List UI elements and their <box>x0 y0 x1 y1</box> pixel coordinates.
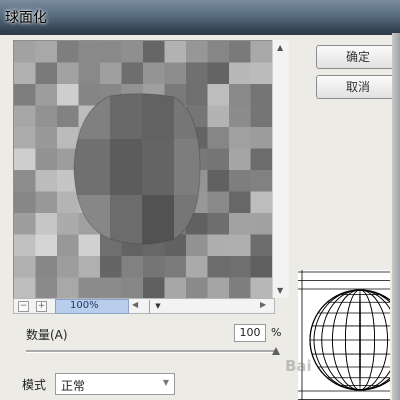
watermark-logo: Bai <box>285 357 312 375</box>
dialog-title: 球面化 <box>5 10 47 26</box>
zoom-in-button[interactable]: + <box>36 301 47 312</box>
amount-unit: % <box>271 326 282 339</box>
titlebar-divider <box>0 33 400 35</box>
chevron-down-icon[interactable]: ▼ <box>149 300 166 313</box>
chevron-down-icon: ▼ <box>162 378 169 387</box>
zoom-level-field[interactable]: 100% ▼ <box>55 299 161 314</box>
ok-button[interactable]: 确定 <box>316 45 400 69</box>
amount-slider-track[interactable] <box>26 350 276 353</box>
triangle-down-icon[interactable]: ▼ <box>277 286 283 295</box>
window-edge <box>392 33 400 400</box>
triangle-right-icon[interactable]: ▶ <box>260 300 266 309</box>
amount-label: 数量(A) <box>26 328 68 342</box>
cancel-button[interactable]: 取消 <box>316 75 400 99</box>
mode-label: 模式 <box>22 378 47 392</box>
zoom-level-value: 100% <box>70 300 99 311</box>
dialog-titlebar[interactable]: 球面化 <box>0 0 400 33</box>
preview-toolbar: − + 100% ▼ ◀ ▶ <box>13 298 275 314</box>
spherize-grid-graphic <box>298 270 390 400</box>
amount-input[interactable]: 100 <box>234 324 266 342</box>
zoom-out-button[interactable]: − <box>18 301 29 312</box>
triangle-up-icon[interactable]: ▲ <box>277 43 283 52</box>
preview-vertical-scrollbar[interactable]: ▲ ▼ <box>272 40 289 298</box>
triangle-left-icon[interactable]: ◀ <box>132 300 138 309</box>
amount-slider-thumb[interactable] <box>272 347 280 355</box>
filter-preview[interactable] <box>13 40 273 302</box>
mode-selected-value: 正常 <box>61 379 86 393</box>
preview-image <box>14 41 272 301</box>
mode-select[interactable]: 正常 ▼ <box>55 373 175 395</box>
